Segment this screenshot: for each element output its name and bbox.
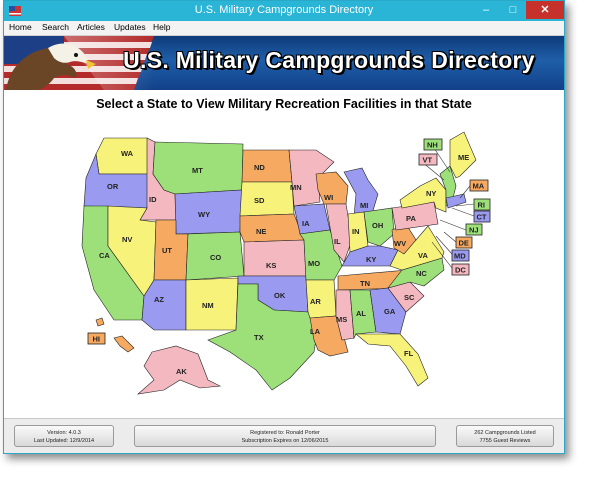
tag-nh[interactable]: NH [423, 138, 443, 151]
banner-title: U.S. Military Campgrounds Directory [123, 47, 535, 73]
state-sd[interactable] [239, 181, 295, 217]
tag-ct[interactable]: CT [473, 210, 491, 223]
close-button[interactable]: ✕ [526, 1, 564, 19]
menu-bar: Home Search Articles Updates Help [4, 21, 564, 36]
menu-articles[interactable]: Articles [77, 22, 105, 32]
last-updated-text: Last Updated: 12/9/2014 [33, 438, 95, 444]
title-bar[interactable]: U.S. Military Campgrounds Directory – □ … [4, 1, 564, 21]
menu-search[interactable]: Search [42, 22, 69, 32]
eagle-icon [6, 43, 96, 90]
menu-help[interactable]: Help [153, 22, 170, 32]
state-fl[interactable] [355, 333, 429, 387]
subscription-text: Subscription Expires on 12/06/2015 [241, 438, 329, 444]
status-bar: Version: 4.0.3 Last Updated: 12/9/2014 R… [4, 418, 564, 453]
state-me[interactable] [449, 131, 477, 179]
state-wy[interactable] [174, 189, 243, 235]
state-pa[interactable] [391, 201, 439, 231]
header-banner: U.S. Military Campgrounds Directory [4, 36, 564, 90]
minimize-button[interactable]: – [473, 1, 499, 19]
state-hi[interactable] [113, 335, 135, 353]
state-co[interactable] [185, 231, 245, 281]
menu-home[interactable]: Home [9, 22, 32, 32]
tag-dc[interactable]: DC [451, 263, 470, 276]
version-panel[interactable]: Version: 4.0.3 Last Updated: 12/9/2014 [14, 425, 114, 447]
map-heading: Select a State to View Military Recreati… [96, 97, 472, 111]
tag-vt[interactable]: VT [418, 153, 438, 166]
version-text: Version: 4.0.3 [47, 430, 81, 436]
tag-hi[interactable]: HI [87, 332, 106, 345]
state-wi[interactable] [315, 171, 349, 205]
state-ne[interactable] [239, 213, 305, 243]
state-nd[interactable] [241, 149, 293, 183]
map-area: WA OR CA ID NV MT WY UT AZ CO NM ND SD N… [4, 90, 564, 418]
maximize-button[interactable]: □ [500, 1, 526, 19]
state-mt[interactable] [152, 141, 244, 195]
state-mi[interactable] [343, 167, 379, 217]
registration-panel[interactable]: Registered to: Ronald Porter Subscriptio… [134, 425, 436, 447]
state-ar[interactable] [305, 279, 337, 319]
tag-ri[interactable]: RI [473, 198, 491, 211]
hawaii-islet-1[interactable] [95, 317, 105, 327]
tag-nj[interactable]: NJ [465, 223, 483, 236]
registered-text: Registered to: Ronald Porter [250, 430, 320, 436]
state-oh[interactable] [363, 207, 395, 247]
tag-ma[interactable]: MA [469, 179, 489, 192]
campgrounds-count: 262 Campgrounds Listed [474, 430, 536, 436]
tag-de[interactable]: DE [455, 236, 473, 249]
state-ia[interactable] [293, 203, 331, 235]
tag-md[interactable]: MD [451, 249, 470, 262]
state-ak[interactable] [137, 345, 222, 395]
state-wa[interactable] [95, 137, 156, 175]
us-map: WA OR CA ID NV MT WY UT AZ CO NM ND SD N… [81, 131, 491, 395]
reviews-count: 7755 Guest Reviews [479, 438, 531, 444]
menu-updates[interactable]: Updates [114, 22, 146, 32]
stats-panel[interactable]: 262 Campgrounds Listed 7755 Guest Review… [456, 425, 554, 447]
state-nm[interactable] [185, 277, 239, 331]
state-ks[interactable] [243, 239, 307, 277]
app-window: U.S. Military Campgrounds Directory – □ … [3, 0, 565, 454]
